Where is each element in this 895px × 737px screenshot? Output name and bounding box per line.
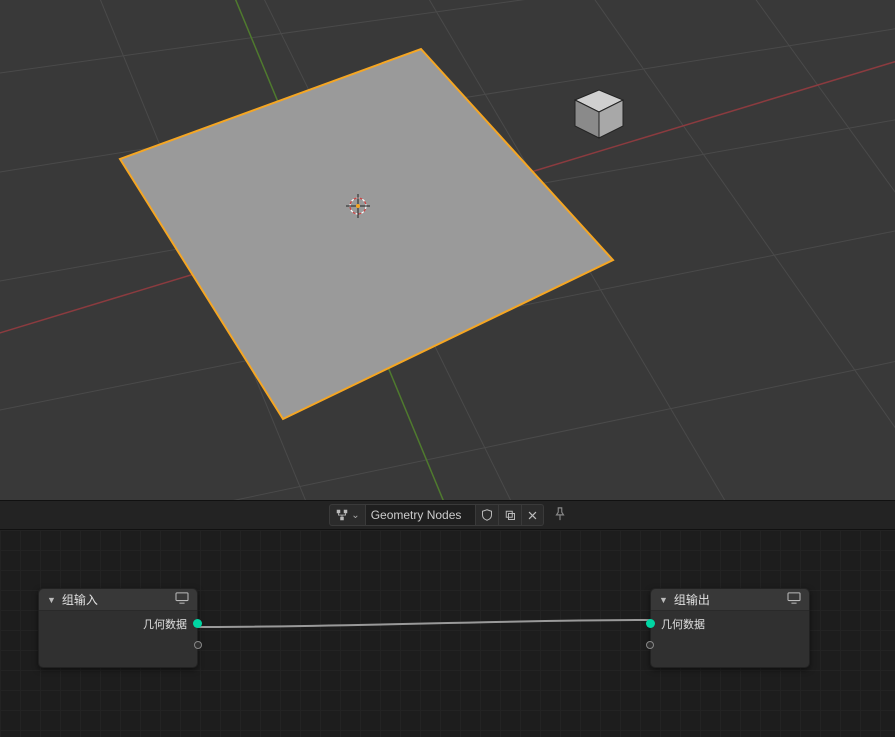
nodegroup-browse-button[interactable]: ⌄ (329, 504, 365, 526)
node-title: 组输入 (62, 591, 175, 608)
node-body: 几何数据 (39, 611, 197, 667)
object-plane[interactable] (120, 49, 613, 419)
fake-user-button[interactable] (476, 504, 499, 526)
node-group-output[interactable]: ▼ 组输出 几何数据 (650, 588, 810, 668)
node-title: 组输出 (674, 591, 787, 608)
node-editor[interactable]: ▼ 组输入 几何数据 ▼ 组输出 几 (0, 530, 895, 737)
nodetree-icon (335, 508, 349, 522)
collapse-toggle-icon[interactable]: ▼ (47, 595, 56, 605)
object-cube[interactable] (575, 90, 623, 138)
shield-icon (481, 509, 493, 521)
nodegroup-name-field[interactable]: Geometry Nodes (366, 504, 476, 526)
socket-dot[interactable] (646, 619, 655, 628)
collapse-toggle-icon[interactable]: ▼ (659, 595, 668, 605)
socket-virtual-in[interactable] (651, 635, 809, 657)
duplicate-icon (504, 509, 516, 521)
node-header[interactable]: ▼ 组输出 (651, 589, 809, 611)
node-header[interactable]: ▼ 组输入 (39, 589, 197, 611)
close-icon (527, 510, 538, 521)
socket-geometry-out[interactable]: 几何数据 (39, 613, 197, 635)
socket-label: 几何数据 (661, 616, 705, 632)
socket-geometry-in[interactable]: 几何数据 (651, 613, 809, 635)
monitor-icon (175, 592, 189, 607)
socket-label: 几何数据 (143, 616, 187, 632)
viewport-canvas (0, 0, 895, 500)
chevron-down-icon: ⌄ (351, 510, 359, 521)
pin-icon (553, 507, 567, 521)
socket-dot-empty[interactable] (646, 641, 654, 649)
unlink-nodegroup-button[interactable] (522, 504, 544, 526)
node-editor-header: ⌄ Geometry Nodes (0, 500, 895, 530)
node-group-input[interactable]: ▼ 组输入 几何数据 (38, 588, 198, 668)
monitor-icon (787, 592, 801, 607)
pin-button[interactable] (553, 507, 567, 524)
node-body: 几何数据 (651, 611, 809, 667)
viewport-3d[interactable] (0, 0, 895, 500)
socket-dot[interactable] (193, 619, 202, 628)
socket-dot-empty[interactable] (194, 641, 202, 649)
socket-virtual-out[interactable] (39, 635, 197, 657)
duplicate-nodegroup-button[interactable] (499, 504, 522, 526)
